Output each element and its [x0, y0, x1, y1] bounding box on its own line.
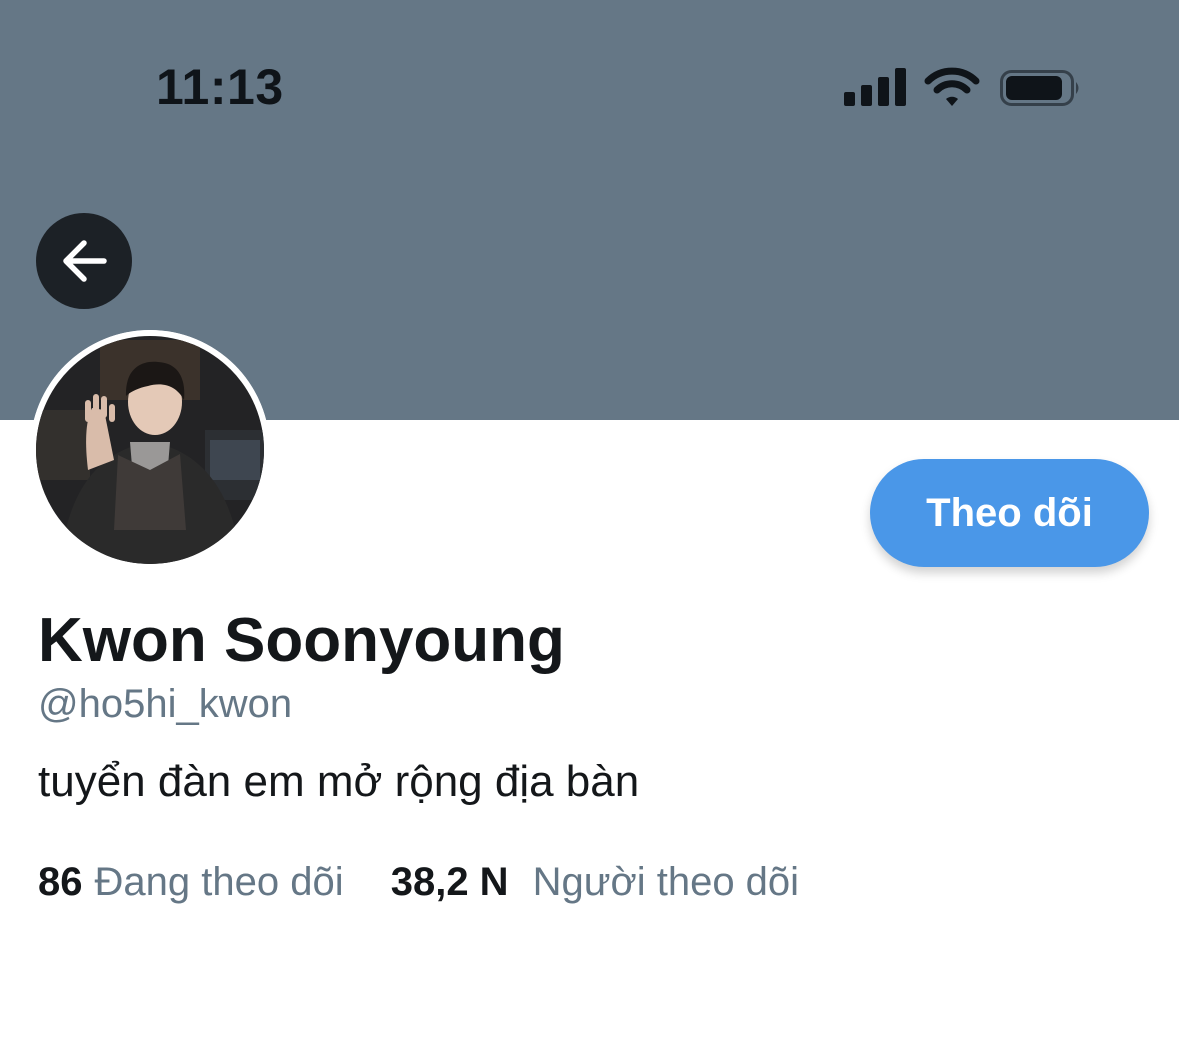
cellular-signal-icon [844, 68, 906, 106]
arrow-left-icon [63, 240, 107, 282]
status-bar-time: 11:13 [156, 59, 284, 115]
wifi-icon [924, 67, 980, 106]
following-label: Đang theo dõi [94, 860, 344, 904]
followers-stat[interactable]: 38,2 N Người theo dõi [391, 860, 799, 905]
follow-stats: 86 Đang theo dõi 38,2 N Người theo dõi [38, 860, 799, 905]
username-handle: @ho5hi_kwon [38, 682, 293, 726]
profile-bio: tuyển đàn em mở rộng địa bàn [38, 757, 640, 806]
following-count: 86 [38, 860, 83, 904]
followers-label: Người theo dõi [532, 860, 800, 904]
back-button[interactable] [36, 213, 132, 309]
follow-button[interactable]: Theo dõi [870, 459, 1149, 567]
following-stat[interactable]: 86 Đang theo dõi [38, 860, 344, 905]
battery-icon [1000, 70, 1079, 106]
avatar-photo [30, 330, 270, 570]
display-name: Kwon Soonyoung [38, 606, 565, 675]
followers-count: 38,2 N [390, 860, 509, 904]
avatar[interactable] [30, 330, 270, 570]
